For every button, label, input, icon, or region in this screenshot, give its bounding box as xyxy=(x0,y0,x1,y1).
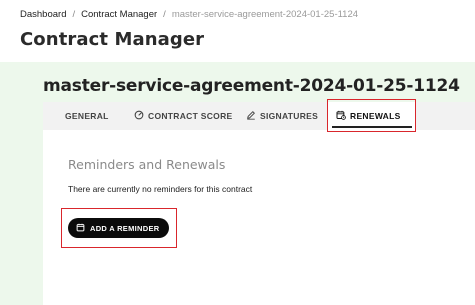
breadcrumb-separator: / xyxy=(163,9,166,20)
tab-label: RENEWALS xyxy=(350,111,401,121)
tab-signatures[interactable]: SIGNATURES xyxy=(246,102,318,130)
pen-icon xyxy=(246,110,256,122)
tab-general[interactable]: GENERAL xyxy=(65,102,109,130)
contract-card: GENERAL CONTRACT SCORE SIGNATURES RENEWA… xyxy=(43,102,475,305)
section-title: Reminders and Renewals xyxy=(68,157,226,172)
breadcrumb-contract-manager[interactable]: Contract Manager xyxy=(81,9,157,20)
gauge-icon xyxy=(134,110,144,122)
tab-label: SIGNATURES xyxy=(260,111,319,121)
breadcrumb-separator: / xyxy=(72,9,76,20)
active-tab-indicator xyxy=(332,126,412,128)
add-reminder-button[interactable]: ADD A REMINDER xyxy=(68,218,169,238)
add-reminder-label: ADD A REMINDER xyxy=(90,223,160,233)
calendar-clock-icon xyxy=(336,110,346,122)
breadcrumb-dashboard[interactable]: Dashboard xyxy=(20,9,66,20)
tab-renewals[interactable]: RENEWALS xyxy=(328,102,416,130)
breadcrumb: Dashboard / Contract Manager / master-servic… xyxy=(20,9,358,20)
page-title: Contract Manager xyxy=(20,29,205,50)
tab-contract-score[interactable]: CONTRACT SCORE xyxy=(134,102,232,130)
tab-label: CONTRACT SCORE xyxy=(148,111,233,121)
tab-label: GENERAL xyxy=(65,111,109,121)
contract-name: master-service-agreement-2024-01-25-1124 xyxy=(43,76,460,96)
tab-bar: GENERAL CONTRACT SCORE SIGNATURES RENEWA… xyxy=(43,102,475,130)
breadcrumb-current: master-service-agreement-2024-01-25-1124 xyxy=(171,9,359,20)
empty-reminders-message: There are currently no reminders for thi… xyxy=(68,184,253,194)
calendar-icon xyxy=(76,223,85,234)
